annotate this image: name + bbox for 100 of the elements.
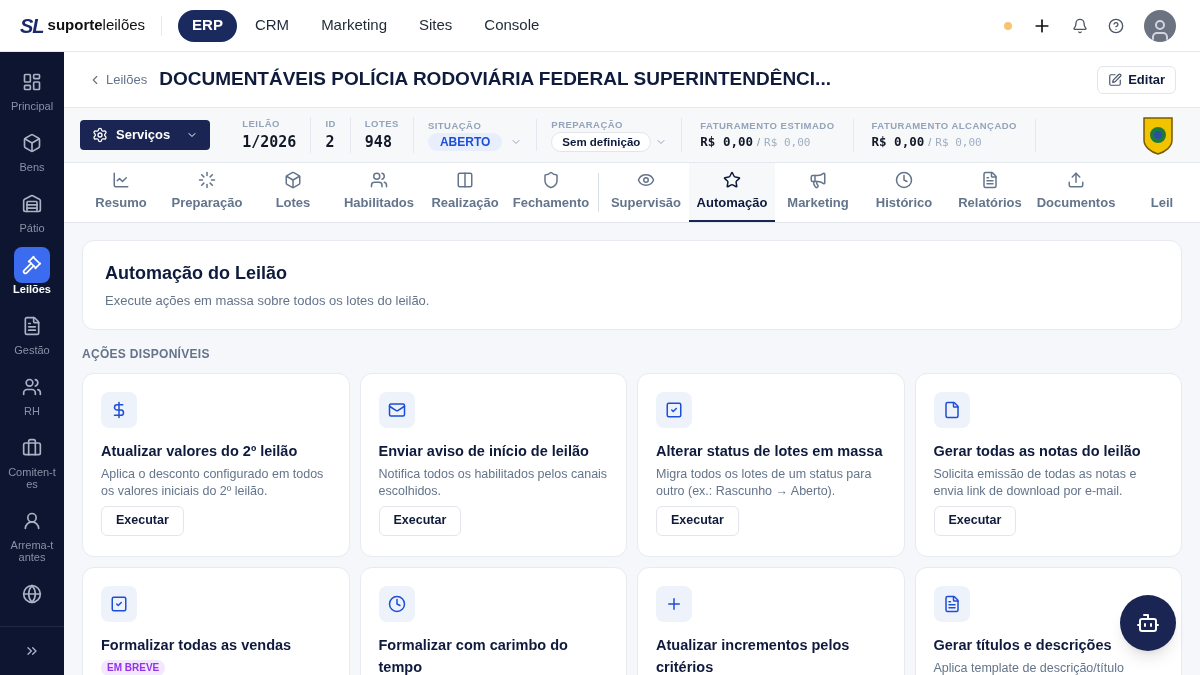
action-description: Notifica todos os habilitados pelos canais escolhidos.	[378, 465, 608, 500]
tab[interactable]: Automação	[689, 163, 775, 222]
briefcase-icon	[22, 438, 42, 458]
back-link[interactable]: Leilões	[88, 69, 148, 90]
execute-button[interactable]: Executar	[378, 505, 462, 536]
edit-button[interactable]: Editar	[1097, 65, 1176, 94]
tab[interactable]: Relatórios	[947, 163, 1033, 222]
app-tab[interactable]: Marketing	[307, 9, 401, 42]
section-label: AÇÕES DISPONÍVEIS	[82, 345, 211, 363]
tab[interactable]: Documentos	[1033, 163, 1119, 222]
panel-subtitle: Execute ações em massa sobre todos os lotes do leilão.	[105, 292, 431, 310]
tab[interactable]: Marketing	[775, 163, 861, 222]
field-label: ID	[325, 116, 336, 131]
sidebar-item[interactable]: Leilões	[0, 247, 64, 295]
checkbox-icon	[665, 400, 683, 419]
services-button[interactable]: Serviços	[80, 120, 211, 150]
warehouse-icon	[22, 194, 42, 214]
mail-icon	[387, 400, 406, 419]
revenue-separator: /	[928, 134, 932, 150]
field-label: FATURAMENTO ESTIMADO	[700, 118, 835, 133]
police-emblem-icon	[1140, 115, 1176, 155]
edit-icon	[1108, 72, 1123, 87]
sidebar-item[interactable]: Arrema-tantes	[0, 503, 64, 563]
status-badge[interactable]: ABERTO	[427, 133, 503, 152]
help-icon[interactable]	[1108, 17, 1124, 34]
execute-button[interactable]: Executar	[933, 505, 1017, 536]
soon-badge: EM BREVE	[101, 659, 166, 675]
user-icon	[22, 511, 42, 531]
loader-icon	[198, 170, 216, 189]
box-icon	[22, 133, 42, 153]
file-icon	[942, 400, 961, 419]
field-label: LEILÃO	[242, 116, 281, 131]
revenue-separator: /	[757, 134, 761, 150]
app-tab[interactable]: CRM	[240, 9, 304, 42]
sidebar-item[interactable]: Bens	[0, 125, 64, 173]
action-title: Formalizar todas as vendas	[101, 635, 292, 655]
columns-icon	[456, 170, 474, 189]
revenue-value: R$ 0,00	[700, 132, 753, 151]
preparation-select[interactable]: Sem definição	[551, 132, 652, 153]
action-description: Aplica template de descrição/título	[933, 659, 1124, 675]
revenue-total: R$ 0,00	[764, 134, 811, 151]
app-tab[interactable]: Console	[470, 9, 554, 42]
chart-icon	[112, 170, 130, 189]
box-icon	[284, 170, 302, 189]
sidebar-item[interactable]: Comiten-tes	[0, 430, 64, 490]
clock-icon	[895, 170, 913, 189]
tab[interactable]: Habilitados	[336, 163, 422, 222]
page-title: DOCUMENTÁVEIS POLÍCIA RODOVIÁRIA FEDERAL SUPERINTENDÊNCI...	[159, 67, 831, 92]
notification-icon[interactable]	[1072, 17, 1088, 34]
action-title: Atualizar valores do 2º leilão	[101, 441, 298, 461]
tab[interactable]: Preparação	[164, 163, 250, 222]
action-title: Atualizar incrementos pelos critérios	[656, 635, 851, 675]
sidebar-item[interactable]: Principal	[0, 64, 64, 112]
star-icon	[723, 170, 741, 189]
document-icon	[942, 594, 961, 613]
logo: SL suporteleilões	[20, 13, 146, 39]
sidebar-item[interactable]: Gestão	[0, 308, 64, 356]
action-description: Solicita emissão de todas as notas e envia link de download por e-mail.	[933, 465, 1138, 500]
app-tab[interactable]: ERP	[178, 9, 237, 42]
avatar[interactable]	[1144, 9, 1176, 42]
field-value: 1/2026	[242, 131, 297, 153]
field-label: LOTES	[364, 116, 399, 131]
users-icon	[370, 170, 388, 189]
megaphone-icon	[809, 170, 827, 189]
document-icon	[22, 316, 42, 336]
tab[interactable]: Realização	[422, 163, 508, 222]
field-label: PREPARAÇÃO	[551, 117, 624, 132]
tab[interactable]: Resumo	[78, 163, 164, 222]
clock-icon	[387, 594, 406, 613]
field-label: SITUAÇÃO	[427, 118, 483, 133]
field-value: 2	[325, 131, 336, 153]
execute-button[interactable]: Executar	[101, 505, 184, 536]
tab[interactable]: Supervisão	[603, 163, 689, 222]
execute-button[interactable]: Executar	[656, 505, 739, 536]
revenue-total: R$ 0,00	[935, 134, 982, 151]
tab[interactable]: Fechamento	[508, 163, 594, 222]
document-icon	[981, 170, 999, 189]
upload-icon	[1067, 170, 1085, 189]
tab[interactable]: Lotes	[250, 163, 336, 222]
app-tab[interactable]: Sites	[405, 9, 467, 42]
robot-icon	[1136, 611, 1160, 635]
gavel-icon	[22, 255, 42, 275]
action-description: Migra todos os lotes de um status para outro (ex.: Rascunho → Aberto).	[656, 465, 873, 500]
action-title: Gerar todas as notas do leilão	[933, 441, 1141, 461]
revenue-value: R$ 0,00	[871, 132, 925, 151]
globe-icon	[22, 584, 42, 604]
checkbox-icon	[110, 594, 128, 613]
sidebar-item[interactable]: RH	[0, 369, 64, 417]
action-title: Alterar status de lotes em massa	[656, 441, 883, 461]
action-title: Gerar títulos e descrições	[933, 635, 1112, 655]
panel-title: Automação do Leilão	[105, 262, 289, 285]
shield-icon	[542, 170, 560, 189]
sidebar-item[interactable]: Pátio	[0, 186, 64, 234]
tab[interactable]: Histórico	[861, 163, 947, 222]
field-label: FATURAMENTO ALCANÇADO	[871, 118, 1017, 133]
dashboard-icon	[22, 72, 42, 92]
field-value: 948	[364, 131, 393, 153]
action-title: Enviar aviso de início de leilão	[378, 441, 589, 461]
action-description: Aplica o desconto configurado em todos os valores iniciais do 2º leilão.	[101, 465, 325, 500]
tab[interactable]: Leil	[1119, 163, 1200, 222]
